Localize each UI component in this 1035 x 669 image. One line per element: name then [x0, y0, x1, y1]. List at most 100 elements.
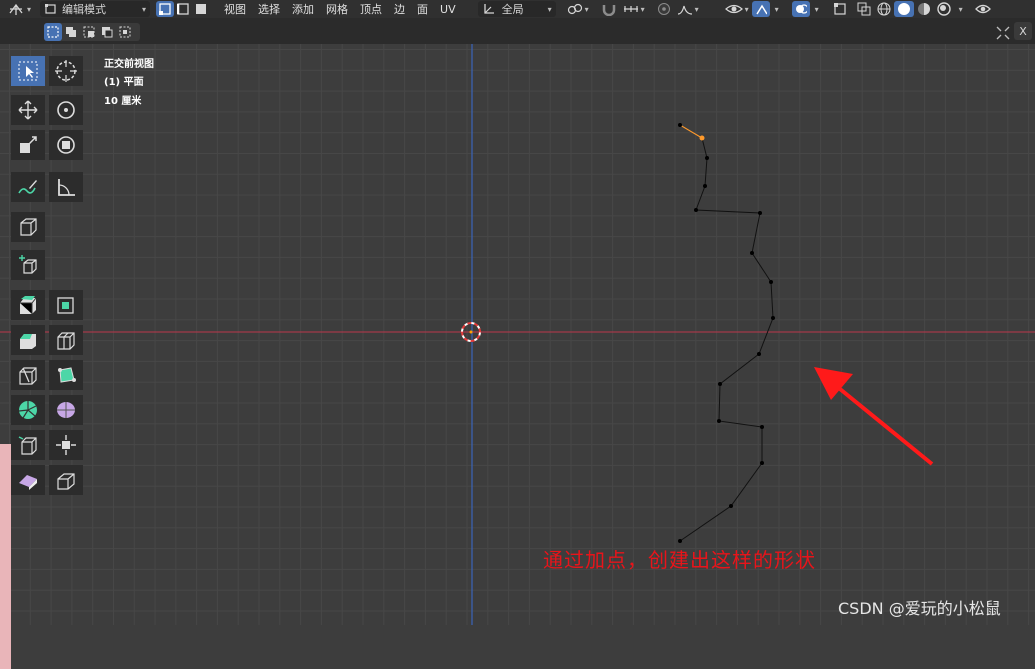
- spin-tool[interactable]: [11, 395, 45, 425]
- scale-icon: [20, 136, 37, 153]
- active-edge: [679, 124, 703, 139]
- inset-tool[interactable]: [49, 290, 83, 320]
- rip-icon: [57, 473, 75, 490]
- close-icon: X: [1019, 24, 1027, 38]
- proportional-edit-icon: [657, 3, 670, 15]
- area-maximize-icon[interactable]: [996, 25, 1010, 40]
- shrink-fatten-tool[interactable]: [49, 430, 83, 460]
- add-primitive-icon: [19, 255, 37, 274]
- select-intersect-button[interactable]: [116, 23, 134, 41]
- snap-target-dropdown[interactable]: ▾: [620, 1, 650, 17]
- falloff-dropdown[interactable]: ▾: [674, 1, 704, 17]
- cursor-icon: [55, 60, 77, 82]
- watermark: CSDN @爱玩的小松鼠: [838, 599, 1001, 618]
- extrude-tool[interactable]: [11, 290, 45, 320]
- edge-slide-icon: [18, 436, 37, 455]
- object-name-label: (1) 平面: [104, 77, 144, 88]
- edge-select-button[interactable]: [174, 1, 192, 17]
- orientation-label: 全局: [501, 3, 524, 16]
- add-cube-tool[interactable]: [11, 212, 45, 242]
- menu-add[interactable]: 添加: [286, 1, 320, 17]
- select-difference-button[interactable]: [98, 23, 116, 41]
- select-extend-icon: [66, 27, 76, 37]
- scale-tool[interactable]: [11, 130, 45, 160]
- annotation-text: 通过加点，创建出这样的形状: [543, 548, 816, 572]
- edit-mode-icon: [45, 4, 56, 14]
- view-name-label: 正交前视图: [104, 59, 154, 70]
- menu-uv[interactable]: UV: [434, 3, 462, 16]
- knife-tool[interactable]: [11, 360, 45, 390]
- measure-tool[interactable]: [49, 172, 83, 202]
- transform-icon: [57, 136, 75, 154]
- shear-icon: [19, 475, 37, 490]
- gizmo-toggle[interactable]: [751, 1, 770, 17]
- shading-dropdown[interactable]: ▾: [954, 1, 968, 17]
- pivot-dropdown[interactable]: ▾: [564, 1, 594, 17]
- annotate-tool[interactable]: [11, 172, 45, 202]
- select-extend-button[interactable]: [62, 23, 80, 41]
- rotate-tool[interactable]: [49, 95, 83, 125]
- shear-tool[interactable]: [11, 465, 45, 495]
- area-close-button[interactable]: X: [1014, 22, 1032, 40]
- select-new-icon: [47, 26, 59, 38]
- material-shading-button[interactable]: [914, 1, 934, 17]
- bevel-icon: [20, 334, 36, 349]
- transform-orientation-dropdown[interactable]: 全局 ▾: [477, 1, 556, 17]
- mesh-overlays-toggle[interactable]: [830, 1, 850, 17]
- solid-shading-button[interactable]: [893, 1, 914, 17]
- bevel-tool[interactable]: [11, 325, 45, 355]
- annotation-arrow-icon: [814, 367, 934, 466]
- overlays-toggle[interactable]: [791, 1, 810, 17]
- menu-view[interactable]: 视图: [218, 1, 252, 17]
- proportional-edit-toggle[interactable]: [654, 1, 674, 17]
- spin-icon: [18, 401, 37, 419]
- move-tool[interactable]: [11, 95, 45, 125]
- scene-visibility-button[interactable]: [972, 1, 994, 17]
- xray-icon: [857, 2, 871, 16]
- select-intersect-icon: [119, 26, 131, 38]
- transform-tool[interactable]: [49, 130, 83, 160]
- grid-scale-label: 10 厘米: [104, 96, 142, 107]
- gizmo-dropdown[interactable]: ▾: [770, 1, 784, 17]
- wireframe-shading-button[interactable]: [874, 1, 894, 17]
- 3d-viewport[interactable]: 正交前视图 (1) 平面 10 厘米 通过加点，创建出这样的形状 CSDN @爱…: [0, 44, 1035, 669]
- knife-icon: [19, 367, 37, 385]
- menu-select[interactable]: 选择: [252, 1, 286, 17]
- vertex-select-icon: [159, 3, 171, 15]
- overlays-dropdown[interactable]: ▾: [810, 1, 824, 17]
- mode-dropdown[interactable]: 编辑模式 ▾: [40, 1, 151, 17]
- xray-toggle[interactable]: [854, 1, 874, 17]
- select-box-tool[interactable]: [11, 56, 45, 86]
- select-subtract-button[interactable]: [80, 23, 98, 41]
- inset-icon: [57, 297, 74, 314]
- loop-cut-tool[interactable]: [49, 325, 83, 355]
- face-select-icon: [196, 4, 207, 14]
- select-box-icon: [18, 61, 38, 81]
- cursor-tool[interactable]: [49, 56, 83, 86]
- menu-mesh[interactable]: 网格: [320, 1, 354, 17]
- menu-vertex[interactable]: 顶点: [354, 1, 388, 17]
- menu-edge[interactable]: 边: [388, 1, 411, 17]
- edge-slide-tool[interactable]: [11, 430, 45, 460]
- face-select-button[interactable]: [192, 1, 210, 17]
- move-icon: [18, 100, 38, 120]
- poly-build-icon: [58, 367, 76, 383]
- poly-build-tool[interactable]: [49, 360, 83, 390]
- mesh-vertices: [678, 123, 775, 543]
- vertex-select-button[interactable]: [156, 1, 175, 17]
- rendered-shading-button[interactable]: [934, 1, 954, 17]
- select-new-button[interactable]: [44, 23, 62, 41]
- smooth-tool[interactable]: [49, 395, 83, 425]
- snap-increment-icon: [623, 6, 638, 12]
- menu-face[interactable]: 面: [411, 1, 434, 17]
- visibility-dropdown[interactable]: ▾: [722, 1, 752, 17]
- shrink-fatten-icon: [56, 435, 76, 455]
- rip-tool[interactable]: [49, 465, 83, 495]
- add-primitive-tool[interactable]: [11, 250, 45, 280]
- wireframe-icon: [877, 2, 891, 16]
- select-subtract-icon: [83, 26, 95, 38]
- rendered-icon: [936, 2, 951, 16]
- snap-toggle[interactable]: [598, 1, 620, 17]
- editor-type-button[interactable]: ▾: [4, 1, 34, 17]
- link-icon: [567, 3, 582, 15]
